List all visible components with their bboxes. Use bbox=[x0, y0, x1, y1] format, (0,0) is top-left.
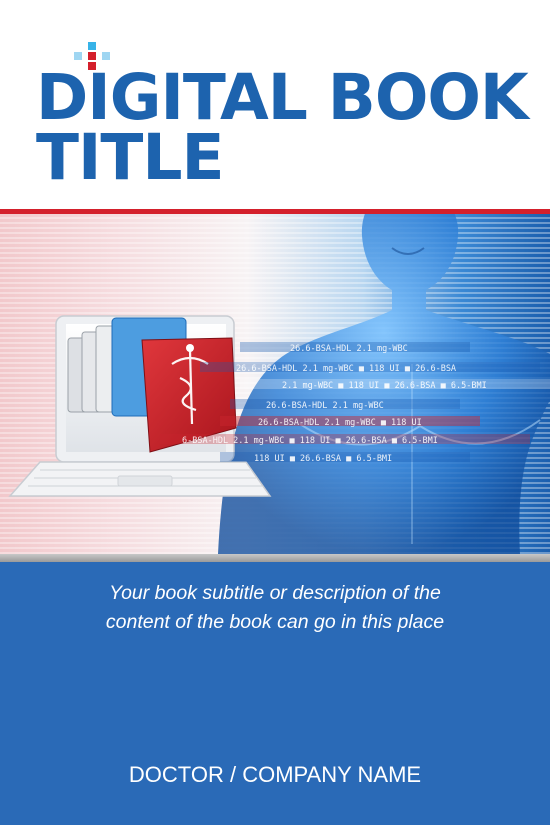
overlay-line-2: 26.6-BSA-HDL 2.1 mg-WBC ■ 118 UI ■ 26.6-… bbox=[236, 364, 456, 374]
cover-bottom-panel: Your book subtitle or description of the… bbox=[0, 562, 550, 825]
title-line-2: TITLE bbox=[36, 121, 225, 194]
cover-header: DIGITAL BOOK TITLE bbox=[0, 0, 550, 210]
author-name: DOCTOR / COMPANY NAME bbox=[128, 762, 422, 787]
subtitle-line-1: Your book subtitle or description of the bbox=[109, 582, 441, 604]
title-line-1: DIGITAL BOOK bbox=[36, 61, 529, 134]
book-cover: DIGITAL BOOK TITLE 26.6-BSA-HDL 2.1 mg-W… bbox=[0, 0, 550, 825]
overlay-line-1: 26.6-BSA-HDL 2.1 mg-WBC bbox=[290, 344, 408, 354]
book-title: DIGITAL BOOK TITLE bbox=[36, 61, 529, 194]
overlay-line-7: 118 UI ■ 26.6-BSA ■ 6.5-BMI bbox=[254, 454, 392, 464]
book-subtitle: Your book subtitle or description of the… bbox=[30, 579, 520, 637]
overlay-line-5: 26.6-BSA-HDL 2.1 mg-WBC ■ 118 UI bbox=[258, 418, 422, 428]
overlay-line-3: 2.1 mg-WBC ■ 118 UI ■ 26.6-BSA ■ 6.5-BMI bbox=[282, 381, 487, 391]
grey-divider bbox=[0, 554, 550, 562]
subtitle-line-2: content of the book can go in this place bbox=[105, 611, 445, 633]
overlay-line-6: 6-BSA-HDL 2.1 mg-WBC ■ 118 UI ■ 26.6-BSA… bbox=[182, 436, 438, 446]
overlay-line-4: 26.6-BSA-HDL 2.1 mg-WBC bbox=[266, 401, 384, 411]
cover-illustration: 26.6-BSA-HDL 2.1 mg-WBC 26.6-BSA-HDL 2.1… bbox=[0, 214, 550, 554]
